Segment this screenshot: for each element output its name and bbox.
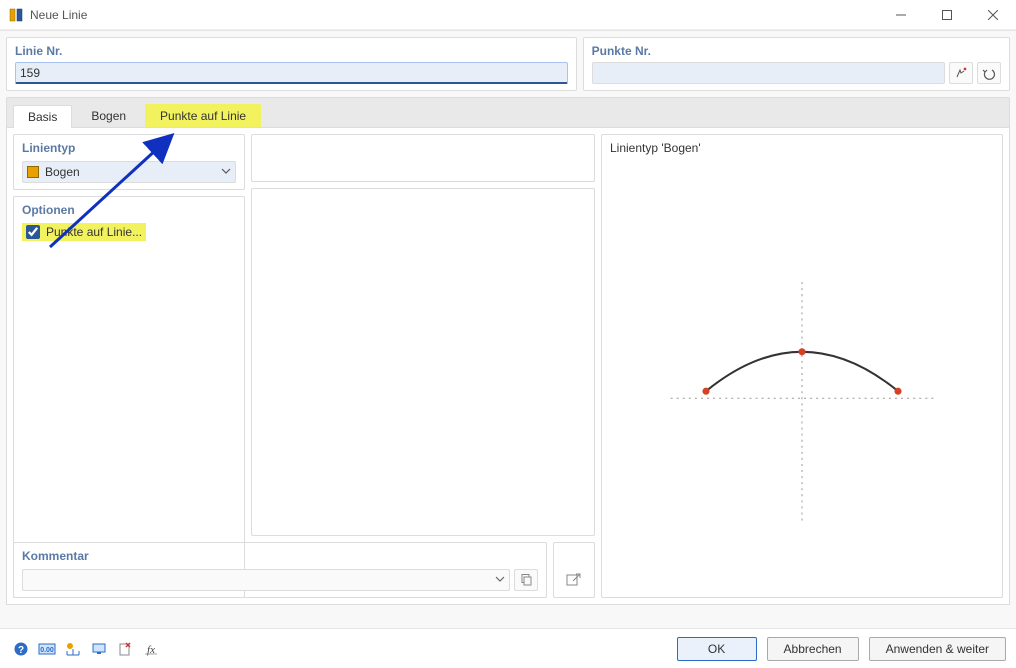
comment-input[interactable]	[22, 569, 510, 591]
linientyp-group: Linientyp Bogen	[13, 134, 245, 190]
scale-icon[interactable]	[62, 638, 84, 660]
cancel-button[interactable]: Abbrechen	[767, 637, 859, 661]
linientyp-swatch-icon	[27, 166, 39, 178]
line-number-panel: Linie Nr.	[6, 37, 577, 91]
display-icon[interactable]	[88, 638, 110, 660]
svg-text:0.00: 0.00	[40, 647, 54, 654]
point-number-input[interactable]	[592, 62, 945, 84]
line-number-label: Linie Nr.	[15, 44, 62, 58]
help-icon[interactable]: ?	[10, 638, 32, 660]
maximize-button[interactable]	[924, 0, 970, 30]
titlebar: Neue Linie	[0, 0, 1016, 30]
footer: ? 0.00 fx OK Abbrechen Anwenden & weiter	[0, 628, 1016, 668]
comment-panel: Kommentar	[13, 542, 547, 598]
comment-row: Kommentar	[251, 542, 595, 598]
tab-basis[interactable]: Basis	[13, 105, 72, 128]
apply-button-label: Anwenden & weiter	[886, 642, 989, 656]
linientyp-select[interactable]: Bogen	[22, 161, 236, 183]
preview-canvas	[610, 155, 994, 591]
link-button[interactable]	[562, 569, 586, 591]
app-icon	[8, 7, 24, 23]
pick-node-button[interactable]	[949, 62, 973, 84]
preview-panel: Linientyp 'Bogen'	[601, 134, 1003, 598]
middle-upper-panel	[251, 134, 595, 182]
arc-preview-svg	[610, 155, 994, 591]
ok-button-label: OK	[708, 642, 725, 656]
ok-button[interactable]: OK	[677, 637, 757, 661]
apply-button[interactable]: Anwenden & weiter	[869, 637, 1006, 661]
line-number-input[interactable]	[15, 62, 568, 84]
punkte-auf-linie-checkbox-row[interactable]: Punkte auf Linie...	[22, 223, 146, 241]
fx-icon[interactable]: fx	[140, 638, 162, 660]
svg-text:?: ?	[18, 645, 24, 656]
undo-button[interactable]	[977, 62, 1001, 84]
chevron-down-icon	[221, 165, 231, 179]
chevron-down-icon	[495, 573, 505, 587]
tab-bogen[interactable]: Bogen	[76, 104, 141, 127]
window-title: Neue Linie	[30, 8, 878, 22]
units-icon[interactable]: 0.00	[36, 638, 58, 660]
minimize-button[interactable]	[878, 0, 924, 30]
point-number-panel: Punkte Nr.	[583, 37, 1010, 91]
close-button[interactable]	[970, 0, 1016, 30]
punkte-auf-linie-checkbox[interactable]	[26, 225, 40, 239]
tab-bogen-label: Bogen	[91, 109, 126, 123]
linientyp-value: Bogen	[45, 165, 215, 179]
left-column: Linientyp Bogen Optionen Punkte auf Lini…	[13, 134, 245, 598]
point-number-label: Punkte Nr.	[592, 44, 651, 58]
preview-title: Linientyp 'Bogen'	[610, 141, 994, 155]
middle-column: Kommentar	[251, 134, 595, 598]
tab-punkte-auf-linie[interactable]: Punkte auf Linie	[145, 104, 261, 127]
tab-basis-content: Linientyp Bogen Optionen Punkte auf Lini…	[6, 127, 1010, 605]
punkte-auf-linie-checkbox-label: Punkte auf Linie...	[46, 225, 142, 239]
comment-label: Kommentar	[22, 549, 538, 563]
delete-sheet-icon[interactable]	[114, 638, 136, 660]
cancel-button-label: Abbrechen	[784, 642, 842, 656]
tab-row: Basis Bogen Punkte auf Linie	[6, 97, 1010, 127]
linientyp-label: Linientyp	[22, 141, 236, 155]
copy-comment-button[interactable]	[514, 569, 538, 591]
tab-basis-label: Basis	[28, 110, 57, 124]
link-panel	[553, 542, 595, 598]
tab-host: Basis Bogen Punkte auf Linie Linientyp B…	[6, 97, 1010, 605]
middle-main-panel	[251, 188, 595, 536]
tab-punkte-label: Punkte auf Linie	[160, 109, 246, 123]
optionen-label: Optionen	[22, 203, 236, 217]
dialog-body: Linie Nr. Punkte Nr.	[0, 30, 1016, 628]
optionen-group: Optionen Punkte auf Linie...	[13, 196, 245, 598]
